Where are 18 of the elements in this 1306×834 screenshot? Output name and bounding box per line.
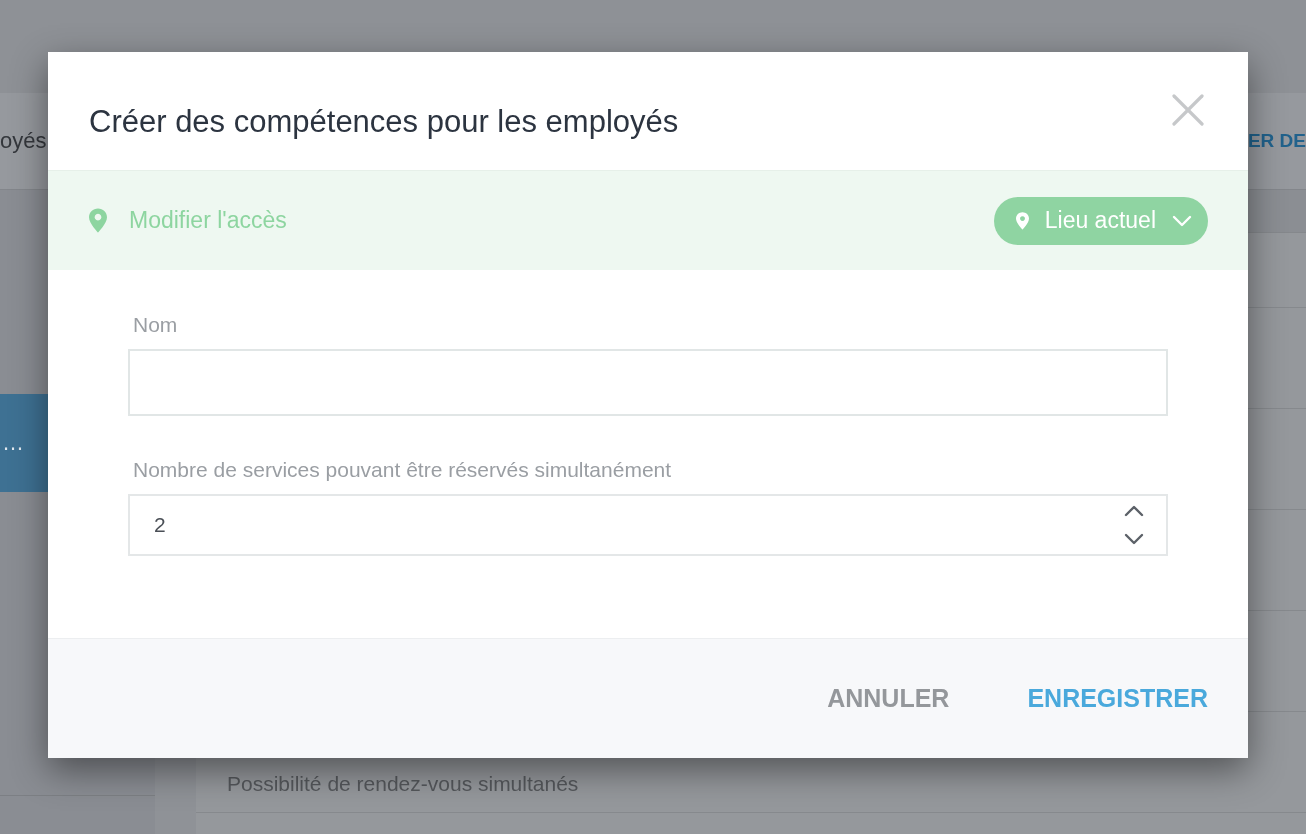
text-field[interactable] [128,349,1168,416]
field-label: Nombre de services pouvant être réservés simultanément [133,457,672,483]
chevron-down-icon [1172,213,1192,228]
close-icon [1172,94,1204,126]
dialog-title: Créer des compétences pour les employés [89,104,679,140]
location-dropdown-button[interactable]: Lieu actuel [993,196,1208,245]
location-pin-icon [1015,211,1029,230]
list-row-text: Possibilité de rendez-vous simultanés [227,772,579,796]
cancel-button[interactable]: ANNULER [827,680,950,717]
chevron-down-icon[interactable] [1124,532,1144,546]
action-link[interactable]: ER DE [1247,130,1306,152]
chevron-up-icon[interactable] [1124,504,1144,518]
field-label: Nom [133,312,178,338]
number-field[interactable]: 2 [128,494,1168,556]
access-label[interactable]: Modifier l'accès [129,207,287,234]
save-button[interactable]: ENREGISTRER [1027,680,1208,717]
location-pin-icon [89,208,107,233]
tab[interactable]: oyés [0,128,47,154]
